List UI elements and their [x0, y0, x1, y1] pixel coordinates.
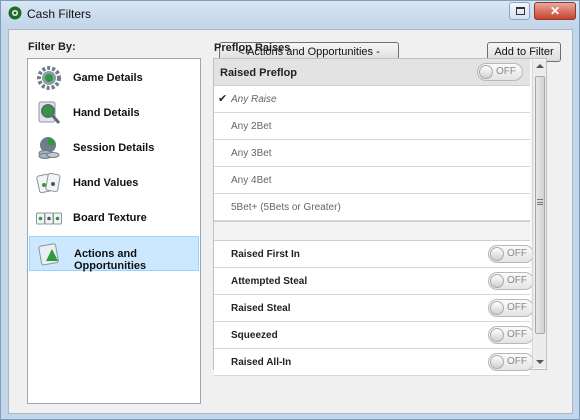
- row-raised-all-in: Raised All-In OFF: [214, 349, 534, 376]
- restore-icon: [516, 7, 525, 15]
- toggle-knob: [479, 65, 493, 79]
- row-label: Raised First In: [231, 249, 300, 260]
- toggle-knob: [490, 274, 504, 288]
- row-label: Raised Steal: [231, 303, 291, 314]
- sidebar-item-hand-values[interactable]: Hand Values: [29, 166, 199, 201]
- toggle-state: OFF: [507, 248, 527, 259]
- row-raised-first-in: Raised First In OFF: [214, 241, 534, 268]
- vertical-scrollbar[interactable]: [532, 60, 546, 368]
- board-cards-icon: [36, 212, 62, 225]
- option-5bet-plus[interactable]: 5Bet+ (5Bets or Greater): [214, 194, 530, 221]
- sidebar-item-game-details[interactable]: Game Details: [29, 61, 199, 96]
- sidebar-item-label: Session Details: [73, 142, 155, 154]
- grip-icon: [537, 199, 543, 205]
- raised-preflop-label: Raised Preflop: [220, 67, 298, 79]
- row-raised-steal: Raised Steal OFF: [214, 295, 534, 322]
- row-attempted-steal: Attempted Steal OFF: [214, 268, 534, 295]
- title-bar[interactable]: Cash Filters ✕: [1, 1, 579, 25]
- close-icon: ✕: [549, 4, 561, 18]
- section-title: Preflop Raises: [214, 42, 291, 54]
- raised-all-in-toggle[interactable]: OFF: [488, 353, 534, 371]
- option-label: Any 2Bet: [231, 121, 272, 132]
- toggle-knob: [490, 247, 504, 261]
- raised-first-in-toggle[interactable]: OFF: [488, 245, 534, 263]
- option-label: 5Bet+ (5Bets or Greater): [231, 202, 341, 213]
- sidebar-item-hand-details[interactable]: Hand Details: [29, 96, 199, 131]
- magnifier-icon: [38, 101, 61, 124]
- restore-button[interactable]: [509, 2, 530, 20]
- sidebar-item-label: Hand Values: [73, 177, 139, 189]
- checkmark-icon: ✔: [218, 93, 228, 105]
- sidebar-item-label: Game Details: [73, 72, 143, 84]
- row-label: Squeezed: [231, 330, 278, 341]
- toggle-state: OFF: [507, 329, 527, 340]
- window-title: Cash Filters: [27, 7, 92, 21]
- close-button[interactable]: ✕: [534, 2, 576, 20]
- section-divider: [214, 221, 530, 241]
- filter-category-list: Game Details Hand Details Session Detail…: [27, 58, 201, 404]
- raised-preflop-toggle[interactable]: OFF: [477, 63, 523, 81]
- actions-icon: [38, 243, 59, 266]
- app-logo-icon: [8, 6, 22, 20]
- option-any-3bet[interactable]: Any 3Bet: [214, 140, 530, 167]
- option-any-raise[interactable]: ✔ Any Raise: [214, 86, 530, 113]
- toggle-state: OFF: [507, 302, 527, 313]
- row-label: Attempted Steal: [231, 276, 308, 287]
- cards-icon: [36, 172, 61, 194]
- attempted-steal-toggle[interactable]: OFF: [488, 272, 534, 290]
- raised-preflop-header[interactable]: Raised Preflop OFF: [214, 59, 530, 86]
- toggle-knob: [490, 301, 504, 315]
- sidebar-item-label: Actions and Opportunities: [74, 248, 147, 272]
- sidebar-item-session-details[interactable]: Session Details: [29, 131, 199, 166]
- filter-by-label: Filter By:: [28, 41, 76, 53]
- toggle-state: OFF: [507, 356, 527, 367]
- toggle-state: OFF: [507, 275, 527, 286]
- option-any-4bet[interactable]: Any 4Bet: [214, 167, 530, 194]
- row-label: Raised All-In: [231, 357, 292, 368]
- option-label: Any 4Bet: [231, 175, 272, 186]
- option-label: Any 3Bet: [231, 148, 272, 159]
- scrollbar-thumb[interactable]: [535, 76, 545, 334]
- toggle-knob: [490, 355, 504, 369]
- toggle-state: OFF: [496, 66, 516, 77]
- gear-icon: [37, 66, 61, 90]
- scroll-up-icon[interactable]: [536, 64, 544, 68]
- scroll-down-icon[interactable]: [536, 360, 544, 364]
- sidebar-item-label: Hand Details: [73, 107, 140, 119]
- sidebar-item-board-texture[interactable]: Board Texture: [29, 201, 199, 236]
- option-label: Any Raise: [231, 94, 277, 105]
- chips-icon: [38, 137, 60, 159]
- toggle-knob: [490, 328, 504, 342]
- row-squeezed: Squeezed OFF: [214, 322, 534, 349]
- raised-steal-toggle[interactable]: OFF: [488, 299, 534, 317]
- sidebar-item-label: Board Texture: [73, 212, 147, 224]
- squeezed-toggle[interactable]: OFF: [488, 326, 534, 344]
- sidebar-item-actions-and-opportunities[interactable]: Actions and Opportunities: [29, 236, 199, 272]
- option-any-2bet[interactable]: Any 2Bet: [214, 113, 530, 140]
